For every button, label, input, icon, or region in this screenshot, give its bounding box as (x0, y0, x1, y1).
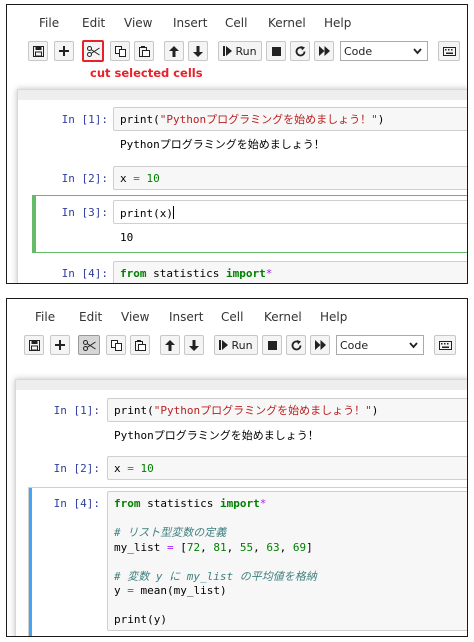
menu-view[interactable]: View (121, 310, 149, 324)
cut-cells-button[interactable] (82, 40, 104, 62)
cell-1-output: Pythonプログラミングを始めましょう！ (120, 138, 325, 151)
run-all-button[interactable] (310, 335, 330, 355)
cell-3-prompt: In [3]: (61, 206, 108, 219)
cell-1-prompt: In [1]: (61, 113, 108, 126)
menu-edit[interactable]: Edit (79, 310, 102, 324)
cell-4-prompt: In [4]: (53, 497, 100, 510)
restart-icon (291, 339, 302, 351)
cell-4-prompt: In [4]: (61, 267, 108, 280)
run-all-button[interactable] (314, 41, 334, 61)
menu-help[interactable]: Help (320, 310, 347, 324)
notebook-screenshot-after: File Edit View Insert Cell Kernel Help R… (6, 298, 468, 637)
notebook-top-margin (18, 90, 467, 100)
cut-cells-button[interactable] (78, 335, 100, 355)
menu-file[interactable]: File (35, 310, 55, 324)
plus-icon (59, 46, 69, 56)
cell-2-input[interactable]: x = 10 (107, 456, 467, 480)
cell-2-input[interactable]: x = 10 (113, 166, 467, 190)
menu-bar: File Edit View Insert Cell Kernel Help (7, 5, 467, 39)
keyboard-icon (438, 340, 452, 350)
keyboard-icon (442, 46, 456, 56)
menu-bar: File Edit View Insert Cell Kernel Help (7, 299, 467, 333)
save-button[interactable] (24, 335, 44, 355)
notebook-top-margin (16, 380, 467, 390)
interrupt-button[interactable] (266, 41, 286, 61)
chevron-down-icon (413, 46, 422, 59)
arrow-up-icon (169, 45, 179, 57)
cell-1-input[interactable]: print("Pythonプログラミングを始めましょう！") (113, 107, 467, 131)
cell-2-prompt: In [2]: (53, 462, 100, 475)
move-up-button[interactable] (164, 41, 184, 61)
menu-kernel[interactable]: Kernel (264, 310, 302, 324)
cell-1-output: Pythonプログラミングを始めましょう！ (114, 429, 319, 442)
menu-kernel[interactable]: Kernel (268, 16, 306, 30)
step-forward-icon (219, 340, 229, 350)
copy-icon (110, 339, 122, 351)
stop-icon (267, 340, 277, 350)
scissors-icon (86, 45, 100, 57)
cell-4-input[interactable]: from statistics import* (113, 261, 467, 283)
run-label: Run (235, 44, 257, 58)
insert-cell-button[interactable] (54, 41, 74, 61)
copy-cells-button[interactable] (110, 41, 130, 61)
stop-icon (271, 46, 281, 56)
run-button[interactable]: Run (214, 335, 258, 355)
plus-icon (55, 340, 65, 350)
cell-2-prompt: In [2]: (61, 172, 108, 185)
text-cursor (173, 206, 174, 219)
save-icon (32, 45, 44, 57)
toolbar: Run Code (7, 40, 467, 69)
cell-type-select[interactable]: Code (336, 335, 424, 355)
restart-icon (295, 45, 306, 57)
save-icon (28, 339, 40, 351)
move-down-button[interactable] (184, 335, 204, 355)
copy-icon (114, 45, 126, 57)
notebook-screenshot-before: File Edit View Insert Cell Kernel Help R… (6, 4, 468, 284)
paste-cells-button[interactable] (134, 41, 154, 61)
interrupt-button[interactable] (262, 335, 282, 355)
run-button[interactable]: Run (218, 41, 262, 61)
toolbar: Run Code (7, 335, 467, 363)
paste-cells-button[interactable] (130, 335, 150, 355)
menu-file[interactable]: File (39, 16, 59, 30)
menu-view[interactable]: View (124, 16, 152, 30)
cell-3-output: 10 (120, 231, 134, 244)
menu-insert[interactable]: Insert (169, 310, 203, 324)
copy-cells-button[interactable] (106, 335, 126, 355)
fast-forward-icon (318, 46, 330, 56)
arrow-down-icon (193, 45, 203, 57)
cell-1-input[interactable]: print("Pythonプログラミングを始めましょう！") (107, 398, 467, 422)
restart-kernel-button[interactable] (290, 41, 310, 61)
step-forward-icon (223, 46, 233, 56)
cell-type-select[interactable]: Code (340, 41, 428, 61)
cell-type-value: Code (344, 44, 373, 58)
command-palette-button[interactable] (434, 335, 456, 355)
cell-4-input[interactable]: from statistics import* # リスト型変数の定義 my_l… (107, 491, 467, 631)
cell-type-value: Code (340, 338, 369, 352)
notebook-container: In [1]: print("Pythonプログラミングを始めましょう！") P… (17, 89, 467, 283)
paste-icon (138, 45, 150, 57)
fast-forward-icon (314, 340, 326, 350)
move-up-button[interactable] (160, 335, 180, 355)
run-label: Run (231, 338, 253, 352)
restart-kernel-button[interactable] (286, 335, 306, 355)
menu-cell[interactable]: Cell (225, 16, 247, 30)
paste-icon (134, 339, 146, 351)
move-down-button[interactable] (188, 41, 208, 61)
scissors-icon (82, 339, 96, 351)
menu-help[interactable]: Help (324, 16, 351, 30)
save-button[interactable] (28, 41, 48, 61)
cut-cells-annotation: cut selected cells (90, 66, 203, 80)
insert-cell-button[interactable] (50, 335, 70, 355)
cell-1-prompt: In [1]: (53, 404, 100, 417)
menu-insert[interactable]: Insert (173, 16, 207, 30)
cell-3-input[interactable]: print(x) (113, 200, 467, 224)
menu-cell[interactable]: Cell (221, 310, 243, 324)
notebook-container: In [1]: print("Pythonプログラミングを始めましょう！") P… (15, 379, 467, 636)
command-palette-button[interactable] (438, 41, 460, 61)
arrow-up-icon (165, 339, 175, 351)
arrow-down-icon (189, 339, 199, 351)
menu-edit[interactable]: Edit (82, 16, 105, 30)
chevron-down-icon (409, 340, 418, 353)
